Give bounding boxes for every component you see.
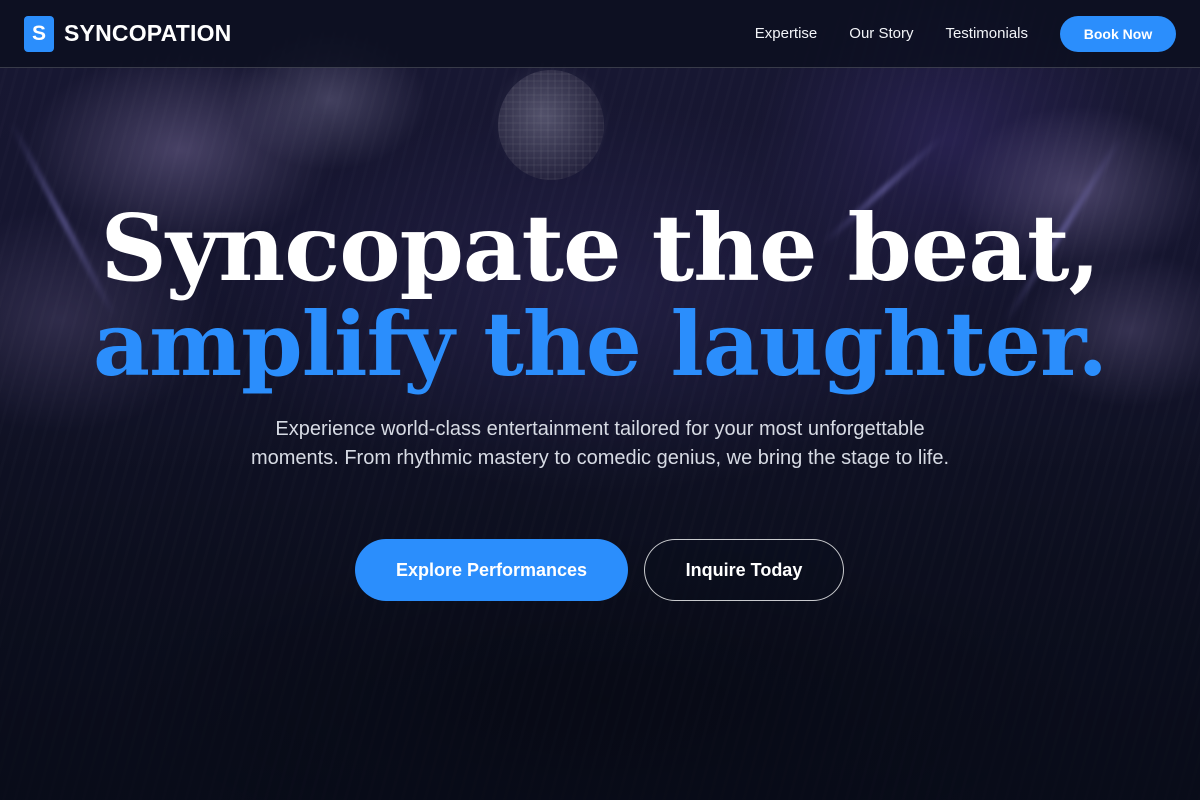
brand-mark-icon: S [24, 15, 54, 52]
top-navbar: S SYNCOPATION Expertise Our Story Testim… [0, 0, 1200, 68]
nav-link-our-story[interactable]: Our Story [849, 25, 913, 42]
hero-headline: Syncopate the beat, amplify the laughter… [0, 200, 1200, 392]
nav-links: Expertise Our Story Testimonials Book No… [755, 15, 1176, 52]
nav-link-testimonials[interactable]: Testimonials [945, 25, 1028, 42]
headline-line-2: amplify the laughter. [93, 292, 1108, 396]
book-now-button[interactable]: Book Now [1060, 15, 1176, 52]
inquire-today-button[interactable]: Inquire Today [644, 539, 844, 601]
headline-line-1: Syncopate the beat, [100, 194, 1100, 302]
brand-name: SYNCOPATION [64, 20, 232, 46]
explore-performances-button[interactable]: Explore Performances [355, 539, 628, 601]
nav-link-expertise[interactable]: Expertise [755, 25, 818, 42]
brand-logo[interactable]: S SYNCOPATION [24, 15, 232, 52]
hero-subtitle: Experience world-class entertainment tai… [250, 418, 950, 469]
hero-section: Syncopate the beat, amplify the laughter… [0, 68, 1200, 800]
